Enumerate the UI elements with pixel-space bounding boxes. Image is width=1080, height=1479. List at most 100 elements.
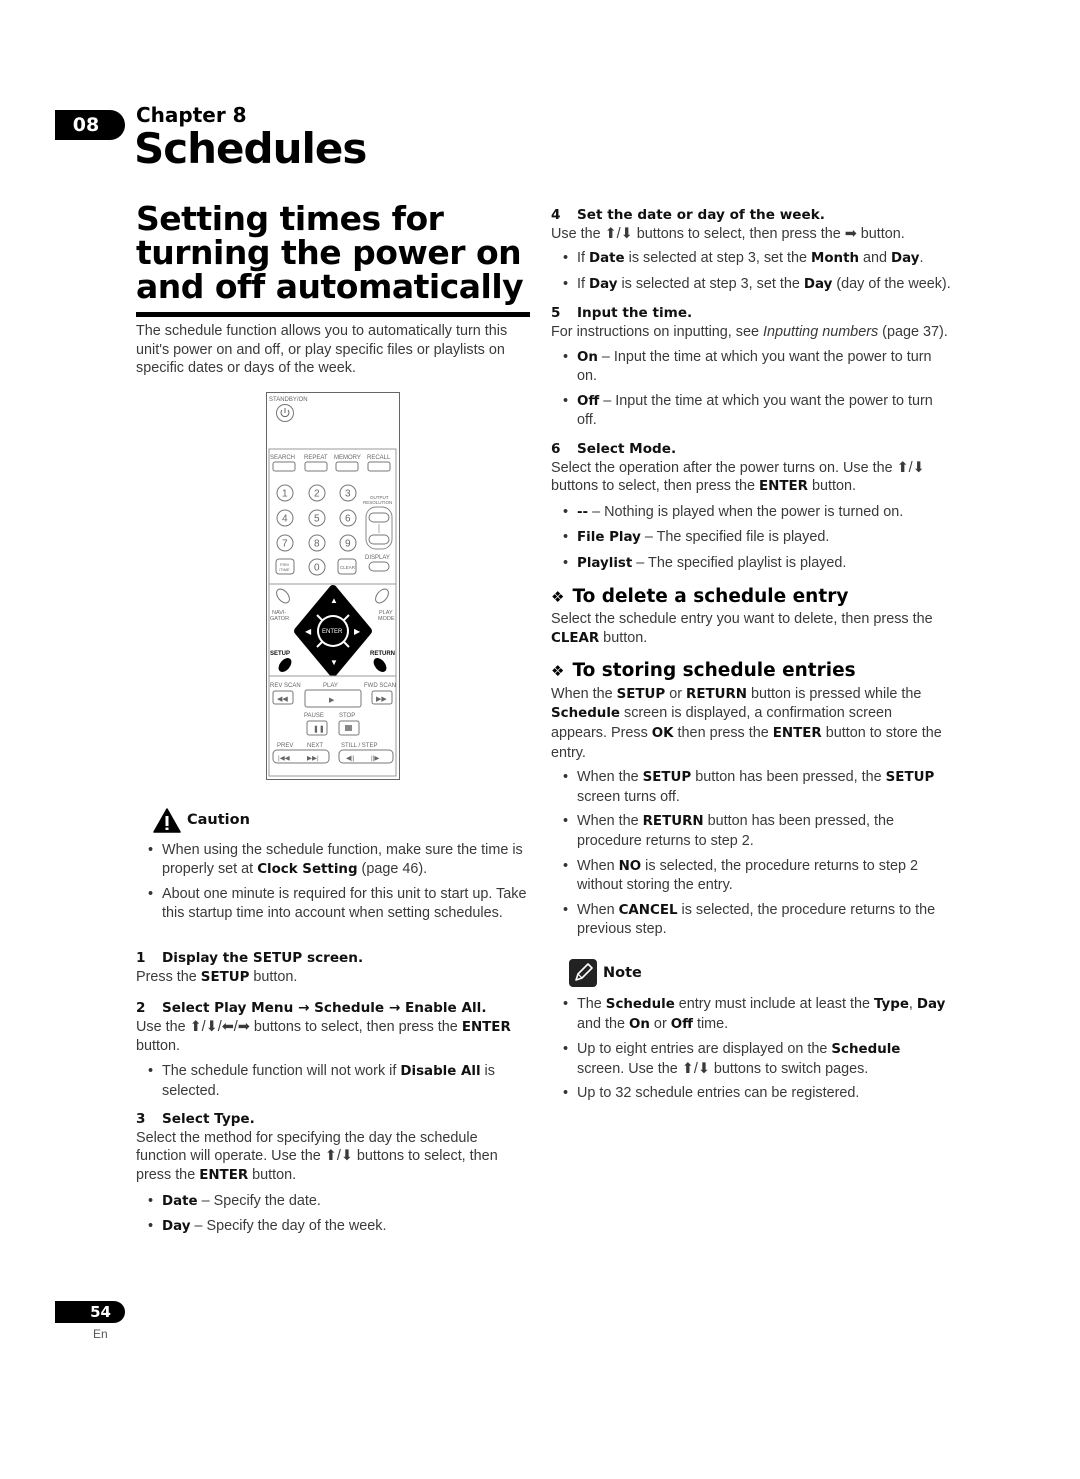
- step-3-bullet: Date – Specify the date.: [148, 1192, 531, 1212]
- return-label: RETURN: [370, 651, 395, 657]
- step-4-bullet: If Day is selected at step 3, set the Da…: [563, 275, 951, 295]
- display-button[interactable]: [368, 561, 390, 572]
- step-6-list: -- – Nothing is played when the power is…: [551, 503, 951, 574]
- step-4-bullet: If Date is selected at step 3, set the M…: [563, 249, 951, 269]
- delete-section-body: Select the schedule entry you want to de…: [551, 611, 933, 646]
- step-3-heading: 3 Select Type.: [136, 1111, 255, 1128]
- step-6-bullet: File Play – The specified file is played…: [563, 528, 951, 548]
- digit-button-8[interactable]: 8: [308, 534, 326, 552]
- svg-text:8: 8: [314, 539, 320, 550]
- diamond-bullet-icon: ❖: [551, 662, 565, 681]
- digit-button-5[interactable]: 5: [308, 509, 326, 527]
- setup-label: SETUP: [270, 651, 290, 657]
- step-2-list: The schedule function will not work if D…: [136, 1062, 531, 1100]
- left-arrow-icon: ◀: [305, 627, 312, 636]
- step-5-body: For instructions on inputting, see Input…: [551, 323, 948, 340]
- digit-button-0[interactable]: 0: [308, 558, 326, 576]
- remote-control-illustration: STANDBY/ON SEARCH REPEAT MEMORY RECALL 1…: [266, 392, 400, 780]
- recall-label: RECALL: [367, 455, 391, 461]
- svg-text:PAUSE: PAUSE: [304, 713, 324, 719]
- step-6-bullet: Playlist – The specified playlist is pla…: [563, 554, 951, 574]
- step-5-heading: 5 Input the time.: [551, 305, 693, 322]
- svg-text:|◀◀: |◀◀: [278, 755, 291, 762]
- intro-paragraph: The schedule function allows you to auto…: [136, 322, 528, 378]
- store-section-heading: ❖ To storing schedule entries: [551, 660, 856, 682]
- svg-text:3: 3: [345, 489, 351, 500]
- section-title: Setting times for turning the power on a…: [136, 199, 524, 306]
- store-section-body: When the SETUP or RETURN button is press…: [551, 685, 942, 761]
- step-5-bullet: On – Input the time at which you want th…: [563, 348, 951, 386]
- chapter-title: Schedules: [134, 124, 367, 173]
- step-3-bullet: Day – Specify the day of the week.: [148, 1217, 531, 1237]
- svg-text:2: 2: [314, 489, 320, 500]
- svg-text:0: 0: [314, 563, 320, 574]
- step-4-heading: 4 Set the date or day of the week.: [551, 207, 825, 223]
- resolution-up-button[interactable]: [368, 512, 390, 523]
- store-section-list: When the SETUP button has been pressed, …: [551, 768, 951, 939]
- title-rule: [136, 312, 530, 317]
- memory-button[interactable]: [335, 461, 359, 472]
- step-2-heading: 2 Select Play Menu → Schedule → Enable Al…: [136, 1000, 487, 1017]
- right-arrow-icon: ▶: [354, 627, 361, 636]
- chapter-tab: 08: [55, 110, 125, 140]
- svg-text:PLAY: PLAY: [323, 683, 338, 689]
- search-label: SEARCH: [270, 455, 295, 461]
- pencil-icon: [569, 959, 597, 987]
- step-4-body: Use the ⬆/⬇ buttons to select, then pres…: [551, 225, 905, 242]
- memory-label: MEMORY: [334, 455, 361, 461]
- resolution-label: RESOLUTION: [363, 500, 392, 505]
- svg-text:9: 9: [345, 539, 351, 550]
- resolution-down-button[interactable]: [368, 534, 390, 545]
- steps-left: 1 Display the SETUP screen. Press the SET…: [136, 949, 531, 1243]
- step-6-heading: 6 Select Mode.: [551, 440, 677, 457]
- down-arrow-icon: ▼: [330, 658, 338, 667]
- store-bullet: When the SETUP button has been pressed, …: [563, 768, 951, 806]
- digit-button-9[interactable]: 9: [339, 534, 357, 552]
- delete-section-heading: ❖ To delete a schedule entry: [551, 585, 849, 607]
- digit-button-4[interactable]: 4: [276, 509, 294, 527]
- digit-button-3[interactable]: 3: [339, 484, 357, 502]
- svg-text:▶▶: ▶▶: [376, 696, 387, 703]
- pause-icon: ❚❚: [313, 725, 325, 733]
- display-label: DISPLAY: [365, 555, 390, 561]
- svg-text:5: 5: [314, 514, 320, 525]
- play-icon: ▶: [329, 697, 335, 704]
- standby-label: STANDBY/ON: [269, 397, 308, 403]
- note-heading: Note: [569, 959, 951, 987]
- svg-text:NEXT: NEXT: [307, 743, 323, 749]
- caution-item: When using the schedule function, make s…: [148, 841, 531, 879]
- step-5-bullet: Off – Input the time at which you want t…: [563, 392, 951, 430]
- step-3-list: Date – Specify the date. Day – Specify t…: [136, 1192, 531, 1237]
- power-button[interactable]: [276, 404, 294, 422]
- remote-svg: STANDBY/ON SEARCH REPEAT MEMORY RECALL 1…: [268, 397, 397, 777]
- note-list: The Schedule entry must include at least…: [551, 995, 951, 1103]
- store-bullet: When the RETURN button has been pressed,…: [563, 812, 951, 850]
- digit-button-6[interactable]: 6: [339, 509, 357, 527]
- note-bullet: The Schedule entry must include at least…: [563, 995, 951, 1034]
- svg-text:STOP: STOP: [339, 713, 355, 719]
- intro-text: The schedule function allows you to auto…: [136, 323, 508, 377]
- digit-button-2[interactable]: 2: [308, 484, 326, 502]
- svg-text:CLEAR: CLEAR: [340, 565, 356, 570]
- warning-triangle-icon: [153, 808, 181, 833]
- svg-text:GATOR: GATOR: [270, 616, 289, 622]
- digit-button-1[interactable]: 1: [276, 484, 294, 502]
- svg-text:/TIME: /TIME: [279, 567, 290, 572]
- digit-button-7[interactable]: 7: [276, 534, 294, 552]
- svg-text:7: 7: [282, 539, 288, 550]
- svg-text:REV SCAN: REV SCAN: [270, 683, 301, 689]
- note-bullet: Up to eight entries are displayed on the…: [563, 1040, 951, 1078]
- svg-text:1: 1: [282, 489, 288, 500]
- caution-item: About one minute is required for this un…: [148, 885, 531, 922]
- svg-text:◀||: ◀||: [346, 755, 355, 762]
- inputting-numbers-link: Inputting numbers: [762, 323, 879, 340]
- step-1-body: Press the SETUP button.: [136, 968, 298, 985]
- note-bullet: Up to 32 schedule entries can be registe…: [563, 1084, 951, 1103]
- search-button[interactable]: [272, 461, 296, 472]
- svg-text:||▶: ||▶: [371, 755, 380, 762]
- steps-right: 4 Set the date or day of the week. Use th…: [551, 206, 951, 1109]
- svg-text:FWD SCAN: FWD SCAN: [364, 683, 396, 689]
- language-label: En: [93, 1327, 108, 1341]
- repeat-button[interactable]: [304, 461, 328, 472]
- recall-button[interactable]: [367, 461, 391, 472]
